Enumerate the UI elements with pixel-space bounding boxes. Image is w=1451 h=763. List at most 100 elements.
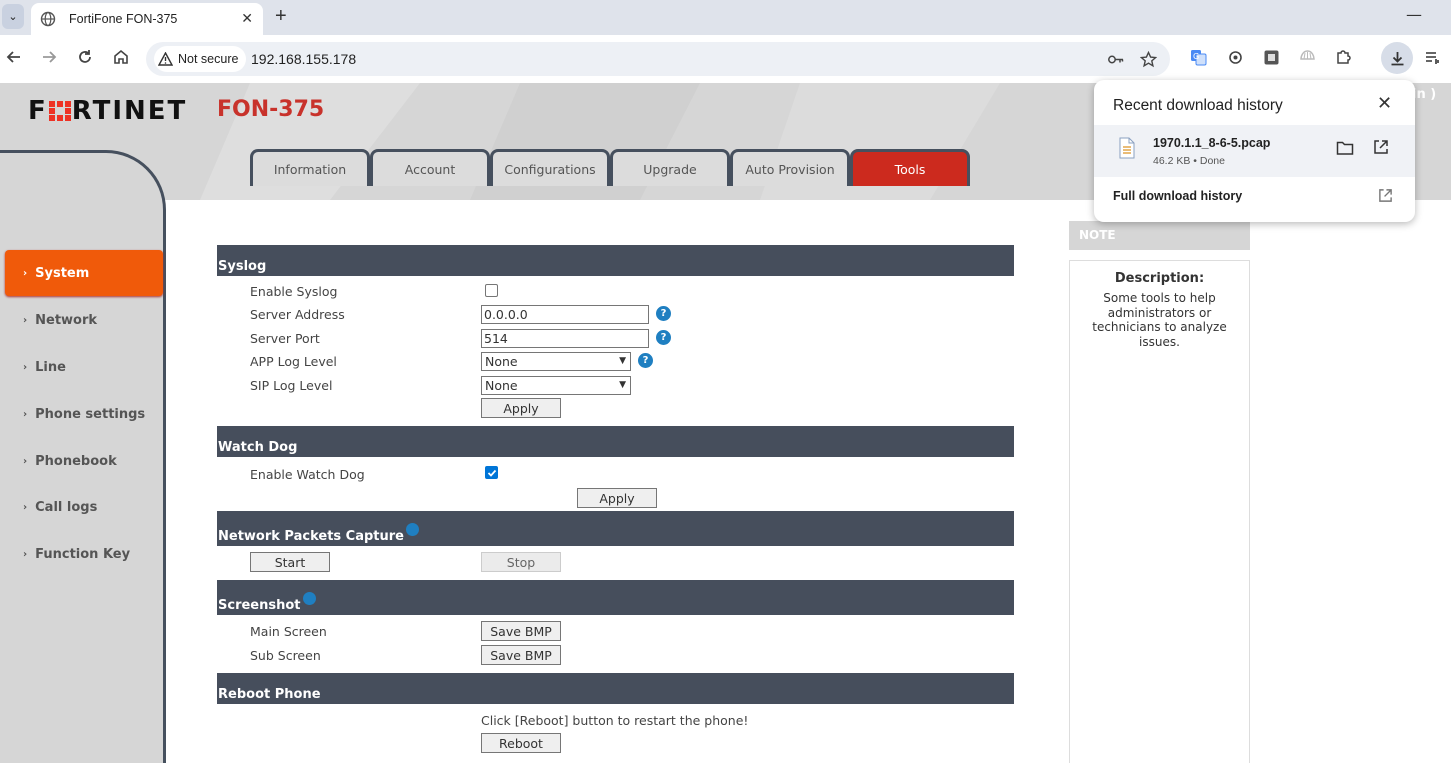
chevron-right-icon: › [23, 501, 28, 513]
sidebar-item-label: System [35, 265, 90, 281]
sip-log-level-select[interactable]: None ▼ [481, 376, 631, 395]
sidebar-item-label: Function Key [35, 546, 131, 562]
model-name: FON-375 [217, 97, 325, 122]
server-address-label: Server Address [250, 307, 345, 322]
watchdog-heading: Watch Dog [217, 426, 1014, 457]
sub-screen-label: Sub Screen [250, 648, 321, 663]
main-content: Syslog Enable Syslog Server Address ? Se… [166, 200, 1451, 763]
star-icon[interactable] [1140, 51, 1157, 68]
download-file-name: 1970.1.1_8-6-5.pcap [1153, 136, 1271, 150]
chevron-right-icon: › [23, 548, 28, 560]
download-file-meta: 46.2 KB • Done [1153, 155, 1225, 167]
open-external-icon[interactable] [1378, 188, 1393, 203]
sidebar-item-system[interactable]: › System [5, 250, 163, 296]
reading-list-icon[interactable] [1424, 49, 1441, 66]
app-log-level-label: APP Log Level [250, 354, 337, 369]
security-chip[interactable]: Not secure [154, 46, 247, 72]
address-bar[interactable]: Not secure 192.168.155.178 [146, 42, 1170, 76]
capture-stop-button[interactable]: Stop [481, 552, 561, 572]
watchdog-apply-button[interactable]: Apply [577, 488, 657, 508]
popup-title: Recent download history [1113, 97, 1283, 114]
chevron-right-icon: › [23, 408, 28, 420]
translate-icon[interactable]: G [1190, 49, 1207, 66]
tab-auto-provision[interactable]: Auto Provision [730, 149, 850, 186]
tab-title: FortiFone FON-375 [69, 12, 178, 26]
key-icon[interactable] [1107, 51, 1124, 68]
downloads-button[interactable] [1381, 42, 1413, 74]
forward-arrow-icon[interactable] [40, 48, 58, 66]
sidebar-item-call-logs[interactable]: › Call logs [5, 484, 163, 530]
help-icon[interactable]: ? [656, 330, 671, 345]
sidebar-item-line[interactable]: › Line [5, 344, 163, 390]
main-screen-save-button[interactable]: Save BMP [481, 621, 561, 641]
sidebar-item-function-key[interactable]: › Function Key [5, 531, 163, 577]
tab-configurations[interactable]: Configurations [490, 149, 610, 186]
tab-information[interactable]: Information [250, 149, 370, 186]
download-item[interactable]: 1970.1.1_8-6-5.pcap 46.2 KB • Done [1094, 125, 1415, 177]
minimize-icon[interactable]: — [1406, 5, 1422, 24]
home-icon[interactable] [112, 48, 130, 66]
close-icon[interactable]: ✕ [1377, 93, 1392, 114]
extension-shell-icon[interactable] [1299, 49, 1316, 66]
help-icon[interactable] [302, 592, 316, 605]
sidebar-item-phonebook[interactable]: › Phonebook [5, 438, 163, 484]
full-download-history-link[interactable]: Full download history [1113, 189, 1242, 203]
login-link[interactable]: in ) [1412, 87, 1436, 102]
capture-start-button[interactable]: Start [250, 552, 330, 572]
chevron-right-icon: › [23, 455, 28, 467]
syslog-heading: Syslog [217, 245, 1014, 276]
enable-syslog-checkbox[interactable] [485, 284, 498, 297]
sidebar-item-network[interactable]: › Network [5, 297, 163, 343]
tab-search-chevron-icon[interactable]: ⌄ [2, 4, 24, 29]
note-heading: NOTE [1069, 221, 1250, 250]
note-panel: Description: Some tools to help administ… [1069, 260, 1250, 763]
sub-screen-save-button[interactable]: Save BMP [481, 645, 561, 665]
open-external-icon[interactable] [1373, 139, 1389, 155]
browser-tab[interactable]: FortiFone FON-375 ✕ [31, 3, 263, 35]
reboot-button[interactable]: Reboot [481, 733, 561, 753]
enable-syslog-label: Enable Syslog [250, 284, 338, 299]
main-tabs: Information Account Configurations Upgra… [250, 149, 970, 186]
tab-tools[interactable]: Tools [850, 149, 970, 186]
sidebar-item-label: Line [35, 359, 66, 375]
sip-log-level-label: SIP Log Level [250, 378, 333, 393]
warning-icon [158, 52, 173, 66]
sidebar-item-phone-settings[interactable]: › Phone settings [5, 391, 163, 437]
svg-text:G: G [1193, 52, 1199, 61]
server-port-label: Server Port [250, 331, 320, 346]
help-icon[interactable] [406, 523, 419, 536]
server-address-input[interactable] [481, 305, 649, 324]
enable-watchdog-checkbox[interactable] [485, 466, 498, 479]
screenshot-heading: Screenshot [217, 580, 1014, 615]
back-arrow-icon[interactable] [5, 48, 23, 66]
extension-gear-icon[interactable] [1227, 49, 1244, 66]
server-port-input[interactable] [481, 329, 649, 348]
extension-chip-icon[interactable] [1263, 49, 1280, 66]
help-icon[interactable]: ? [638, 353, 653, 368]
chevron-down-icon: ▼ [619, 380, 626, 390]
reload-icon[interactable] [76, 48, 94, 66]
globe-icon [40, 11, 56, 27]
reboot-heading: Reboot Phone [217, 673, 1014, 704]
new-tab-plus-icon[interactable]: + [275, 5, 287, 28]
url-text[interactable]: 192.168.155.178 [251, 51, 356, 67]
sidebar-item-label: Call logs [35, 499, 98, 515]
reboot-instructions: Click [Reboot] button to restart the pho… [481, 713, 749, 728]
sidebar-item-label: Phonebook [35, 453, 117, 469]
syslog-apply-button[interactable]: Apply [481, 398, 561, 418]
tab-upgrade[interactable]: Upgrade [610, 149, 730, 186]
tab-account[interactable]: Account [370, 149, 490, 186]
chevron-right-icon: › [23, 314, 28, 326]
sidebar: › System › Network › Line › Phone settings ›… [0, 150, 166, 763]
sidebar-item-label: Phone settings [35, 406, 146, 422]
note-body: Some tools to help administrators or tec… [1092, 291, 1227, 349]
chevron-right-icon: › [23, 267, 28, 279]
folder-icon[interactable] [1336, 140, 1354, 156]
fortinet-logo: F RTINET [28, 96, 188, 126]
close-tab-icon[interactable]: ✕ [241, 11, 253, 27]
enable-watchdog-label: Enable Watch Dog [250, 467, 365, 482]
browser-tab-strip: ⌄ FortiFone FON-375 ✕ + — [0, 0, 1451, 35]
extensions-puzzle-icon[interactable] [1335, 49, 1352, 66]
help-icon[interactable]: ? [656, 306, 671, 321]
app-log-level-select[interactable]: None ▼ [481, 352, 631, 371]
